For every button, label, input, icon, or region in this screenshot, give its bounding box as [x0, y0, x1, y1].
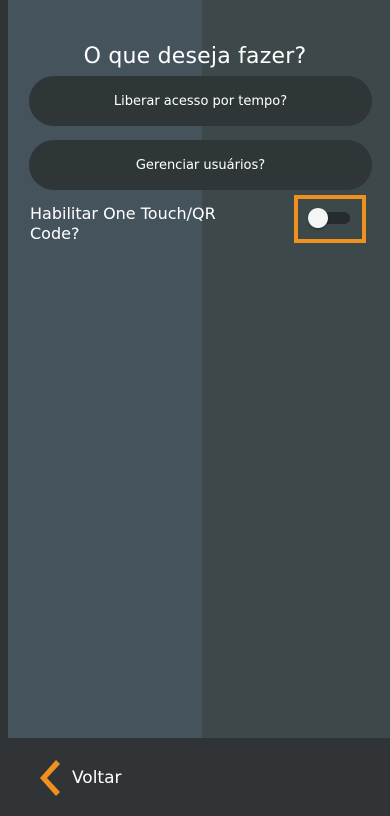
back-button[interactable]: Voltar	[34, 758, 122, 798]
timed-access-button[interactable]: Liberar acesso por tempo?	[29, 76, 372, 126]
back-label: Voltar	[72, 768, 122, 788]
toggle-knob	[308, 208, 328, 228]
page-title: O que deseja fazer?	[83, 44, 307, 69]
one-touch-label: Habilitar One Touch/QR Code?	[30, 204, 216, 243]
chevron-left-icon	[40, 760, 60, 796]
manage-users-button[interactable]: Gerenciar usuários?	[29, 140, 372, 190]
one-touch-toggle[interactable]	[308, 208, 350, 228]
